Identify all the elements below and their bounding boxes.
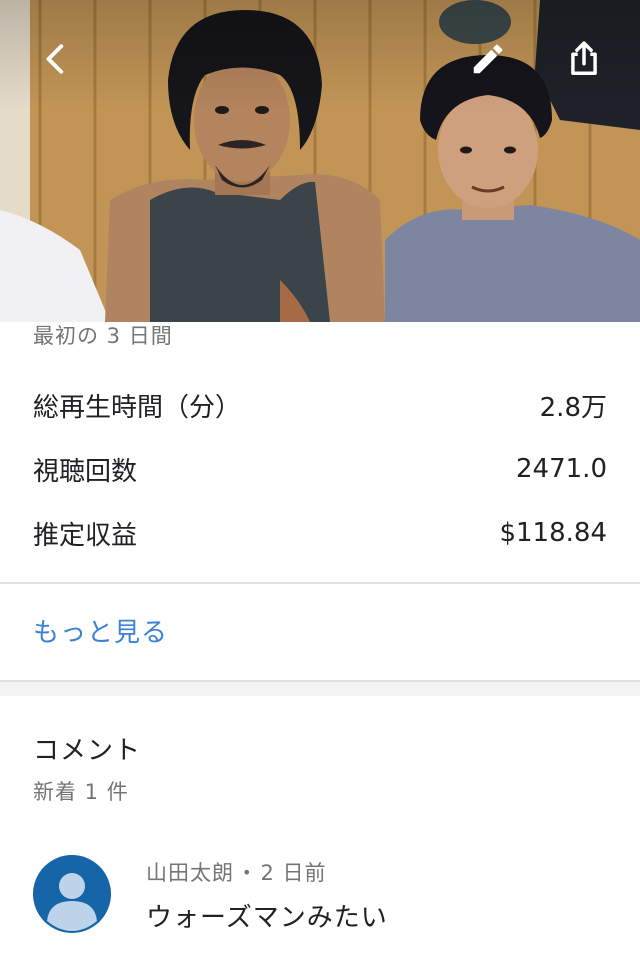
- stat-label: 推定収益: [33, 520, 138, 551]
- stat-row-watch-time: 総再生時間（分） 2.8万: [33, 385, 607, 425]
- back-button[interactable]: [28, 31, 84, 87]
- stat-row-views: 視聴回数 2471.0: [33, 449, 607, 489]
- stat-label: 視聴回数: [33, 456, 138, 487]
- pencil-icon: [473, 44, 503, 74]
- stat-value: $118.84: [499, 518, 607, 548]
- stat-label: 総再生時間（分）: [33, 392, 242, 423]
- edit-button[interactable]: [460, 31, 516, 87]
- share-button[interactable]: [556, 31, 612, 87]
- meta-separator: •: [242, 862, 253, 882]
- comment-meta: 山田太朗 • 2 日前: [146, 857, 326, 887]
- period-label: 最初の 3 日間: [33, 324, 173, 348]
- hero-top-shade: [0, 0, 640, 110]
- share-icon: [571, 41, 597, 75]
- default-user-avatar-icon: [47, 873, 97, 931]
- avatar[interactable]: [33, 855, 111, 933]
- stat-value: 2471.0: [516, 454, 607, 484]
- divider: [0, 582, 640, 584]
- section-separator: [0, 682, 640, 696]
- comment-author[interactable]: 山田太朗: [146, 857, 234, 887]
- comment-time: 2 日前: [260, 861, 327, 885]
- video-thumbnail[interactable]: [0, 0, 640, 322]
- comment-text: ウォーズマンみたい: [146, 903, 388, 933]
- chevron-left-icon: [46, 44, 64, 74]
- stat-row-revenue: 推定収益 $118.84: [33, 513, 607, 553]
- comments-heading: コメント: [33, 736, 142, 766]
- see-more-link[interactable]: もっと見る: [33, 612, 168, 649]
- stat-value: 2.8万: [539, 392, 607, 423]
- comment-item[interactable]: 山田太朗 • 2 日前 ウォーズマンみたい: [0, 845, 640, 955]
- comments-new-count: 新着 1 件: [33, 780, 129, 804]
